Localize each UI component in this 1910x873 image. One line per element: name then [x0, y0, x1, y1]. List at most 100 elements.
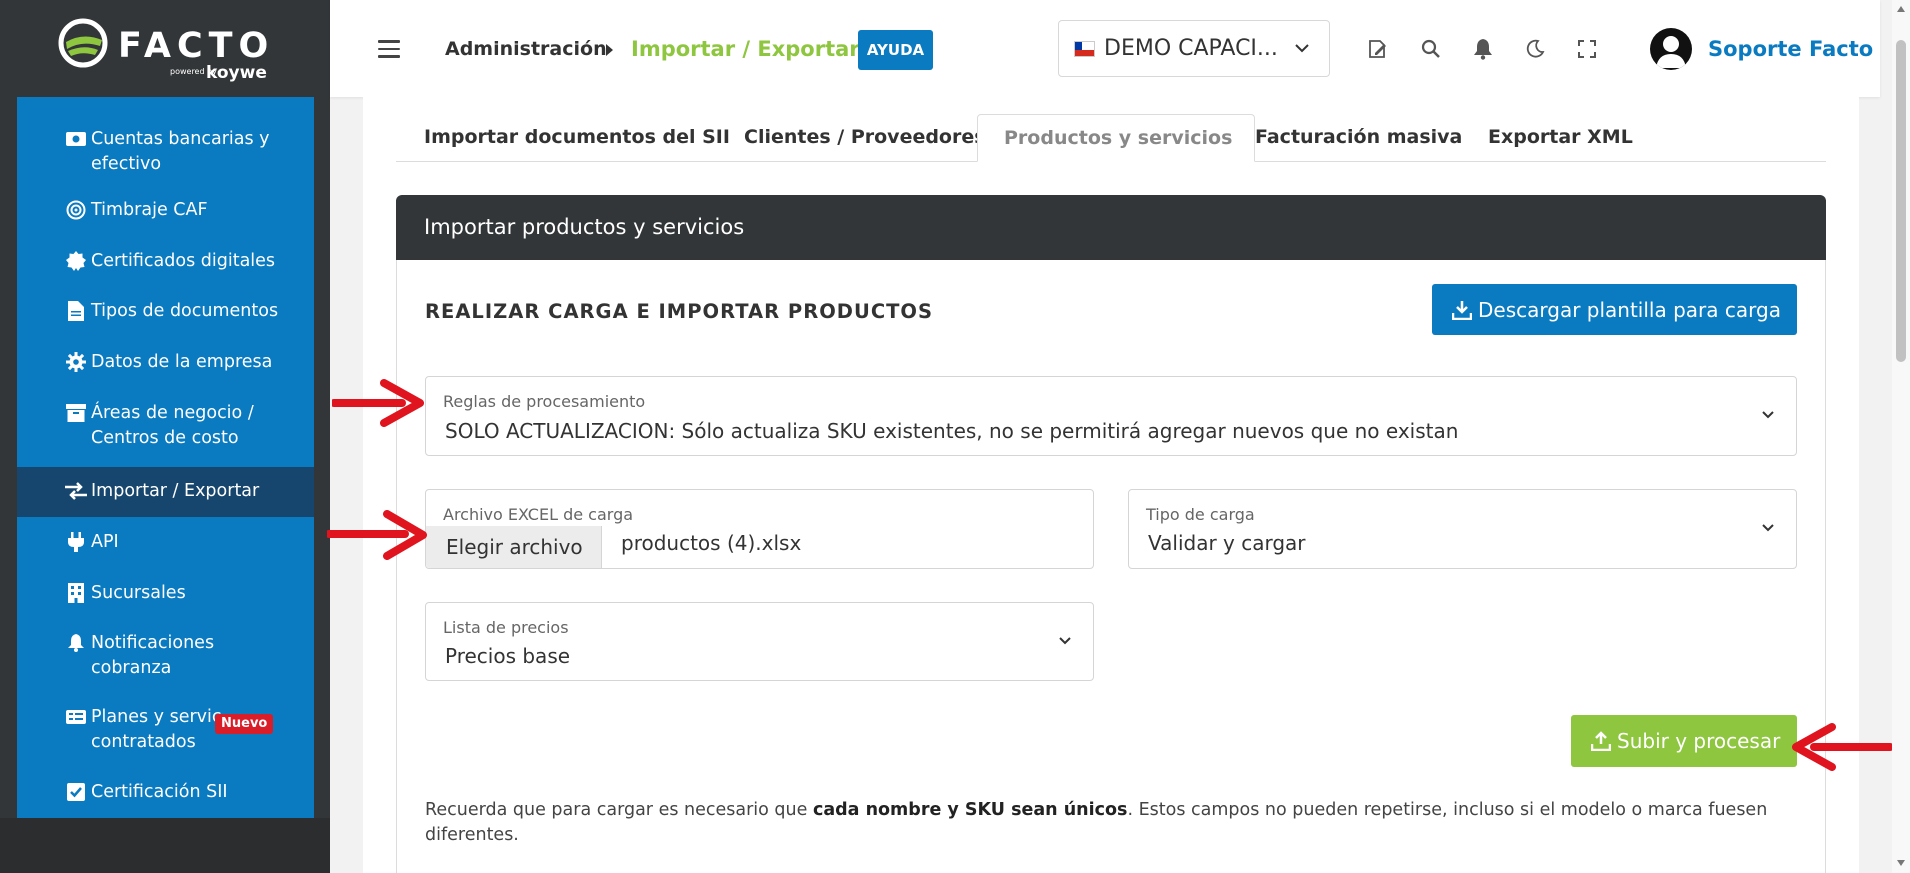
sidebar-item-datos-empresa[interactable]: Datos de la empresa — [17, 350, 314, 375]
card-icon — [65, 706, 87, 728]
sidebar-item-label: Importar / Exportar — [91, 481, 260, 501]
load-type-select[interactable]: Tipo de carga Validar y cargar — [1128, 489, 1797, 569]
section-title: REALIZAR CARGA E IMPORTAR PRODUCTOS — [425, 300, 934, 323]
chevron-down-icon — [1762, 411, 1774, 419]
archive-icon — [65, 402, 87, 424]
gear-icon — [65, 351, 87, 373]
panel-header: Importar productos y servicios — [396, 195, 1826, 260]
page-scrollbar[interactable] — [1892, 0, 1910, 873]
plug-icon — [65, 531, 87, 553]
company-name: DEMO CAPACI... — [1104, 36, 1278, 61]
dark-mode-moon-icon[interactable] — [1523, 37, 1547, 61]
sidebar-item-timbraje-caf[interactable]: Timbraje CAF — [17, 198, 314, 223]
exchange-icon — [65, 480, 87, 502]
download-template-button[interactable]: Descargar plantilla para carga — [1432, 284, 1797, 335]
sidebar-item-tipos-documentos[interactable]: Tipos de documentos — [17, 299, 314, 324]
processing-rules-select[interactable]: Reglas de procesamiento SOLO ACTUALIZACI… — [425, 376, 1797, 456]
breadcrumb-parent[interactable]: Administración — [445, 38, 607, 60]
logo-partner: koywe — [206, 63, 267, 83]
sidebar-item-label: Cuentas bancarias y efectivo — [91, 129, 270, 174]
sidebar-item-certificacion-sii[interactable]: Certificación SII — [17, 780, 314, 805]
download-template-label: Descargar plantilla para carga — [1478, 297, 1781, 322]
scroll-thumb[interactable] — [1896, 40, 1906, 362]
note-emphasis: cada nombre y SKU sean únicos — [812, 800, 1128, 820]
sidebar-item-cuentas-bancarias[interactable]: Cuentas bancarias y efectivo — [17, 127, 314, 177]
sidebar-item-sucursales[interactable]: Sucursales — [17, 581, 314, 606]
breadcrumb-caret-icon — [606, 44, 613, 56]
sidebar-item-label: Áreas de negocio / Centros de costo — [91, 403, 254, 448]
choose-file-button[interactable]: Elegir archivo — [426, 526, 602, 568]
sidebar-item-api[interactable]: API — [17, 530, 314, 555]
sidebar-item-importar-exportar[interactable]: Importar / Exportar — [17, 467, 314, 517]
facto-logo[interactable]: FACTO powered by koywe — [58, 16, 278, 84]
annotation-arrow-left-icon — [1792, 723, 1892, 771]
document-icon — [65, 300, 87, 322]
tab-facturacion-masiva[interactable]: Facturación masiva — [1255, 114, 1462, 162]
scroll-down-icon[interactable] — [1897, 860, 1905, 866]
annotation-arrow-right-icon — [327, 510, 427, 560]
breadcrumb-current: Importar / Exportar — [631, 37, 860, 61]
price-list-select[interactable]: Lista de precios Precios base — [425, 602, 1094, 681]
sidebar-item-label: API — [91, 532, 119, 552]
certificate-icon — [65, 250, 87, 272]
logo-text: FACTO — [118, 26, 275, 66]
panel-title: Importar productos y servicios — [424, 215, 745, 239]
bell-icon[interactable] — [1471, 37, 1495, 61]
sidebar-item-label: Planes y servic contratados — [91, 707, 222, 752]
target-icon — [65, 199, 87, 221]
topbar: Administración Importar / Exportar AYUDA… — [330, 0, 1880, 97]
note-text-start: Recuerda que para cargar es necesario qu… — [425, 800, 813, 820]
tab-importar-documentos-sii[interactable]: Importar documentos del SII — [424, 114, 730, 162]
user-avatar[interactable] — [1650, 28, 1692, 70]
download-icon — [1452, 300, 1472, 320]
help-button[interactable]: AYUDA — [858, 30, 933, 70]
menu-toggle-icon[interactable] — [378, 40, 400, 58]
sidebar-item-label: Datos de la empresa — [91, 352, 273, 372]
sidebar-item-label: Timbraje CAF — [91, 200, 208, 220]
upload-icon — [1591, 731, 1611, 751]
company-select[interactable]: DEMO CAPACI... — [1058, 20, 1330, 77]
processing-rules-value: SOLO ACTUALIZACION: Sólo actualiza SKU e… — [445, 419, 1459, 443]
search-icon[interactable] — [1419, 37, 1443, 61]
sidebar-menu: Cuentas bancarias y efectivo Timbraje CA… — [17, 97, 314, 818]
sidebar-item-planes-servicios[interactable]: Planes y servic contratados Nuevo — [17, 705, 314, 755]
fullscreen-icon[interactable] — [1575, 37, 1599, 61]
check-square-icon — [65, 781, 87, 803]
sidebar-item-label: Certificados digitales — [91, 251, 276, 271]
uniqueness-note: Recuerda que para cargar es necesario qu… — [425, 798, 1805, 848]
sidebar-item-label: Sucursales — [91, 583, 186, 603]
chevron-down-icon — [1295, 44, 1309, 53]
new-badge: Nuevo — [215, 714, 274, 734]
user-name[interactable]: Soporte Facto — [1708, 37, 1873, 61]
facto-logo-mark-icon — [58, 18, 108, 68]
sidebar-item-label: Notificaciones cobranza — [91, 633, 215, 678]
chevron-down-icon — [1059, 637, 1071, 645]
sidebar-footer — [0, 818, 330, 873]
sidebar-item-certificados[interactable]: Certificados digitales — [17, 249, 314, 274]
sidebar: FACTO powered by koywe Cuentas bancarias… — [0, 0, 330, 873]
price-list-label: Lista de precios — [443, 618, 569, 637]
sidebar-item-notificaciones[interactable]: Notificaciones cobranza — [17, 631, 314, 681]
scroll-up-icon[interactable] — [1897, 6, 1905, 12]
tab-exportar-xml[interactable]: Exportar XML — [1488, 114, 1633, 162]
bell-icon — [65, 632, 87, 654]
chile-flag-icon — [1074, 41, 1095, 57]
sidebar-item-label: Tipos de documentos — [91, 301, 279, 321]
money-icon — [65, 128, 87, 150]
processing-rules-label: Reglas de procesamiento — [443, 392, 646, 411]
edit-document-icon[interactable] — [1366, 37, 1390, 61]
tab-productos-servicios[interactable]: Productos y servicios — [977, 114, 1256, 162]
upload-process-button[interactable]: Subir y procesar — [1571, 715, 1797, 767]
tabs: Importar documentos del SII Clientes / P… — [396, 114, 1826, 162]
building-icon — [65, 582, 87, 604]
tab-clientes-proveedores[interactable]: Clientes / Proveedores — [744, 114, 986, 162]
sidebar-item-areas-negocio[interactable]: Áreas de negocio / Centros de costo — [17, 401, 314, 451]
upload-process-label: Subir y procesar — [1617, 729, 1781, 753]
excel-file-label: Archivo EXCEL de carga — [443, 505, 634, 524]
annotation-arrow-right-icon — [332, 379, 424, 427]
load-type-value: Validar y cargar — [1148, 531, 1306, 555]
price-list-value: Precios base — [445, 644, 571, 668]
load-type-label: Tipo de carga — [1146, 505, 1255, 524]
selected-file-name: productos (4).xlsx — [621, 531, 802, 555]
sidebar-item-label: Certificación SII — [91, 782, 228, 802]
